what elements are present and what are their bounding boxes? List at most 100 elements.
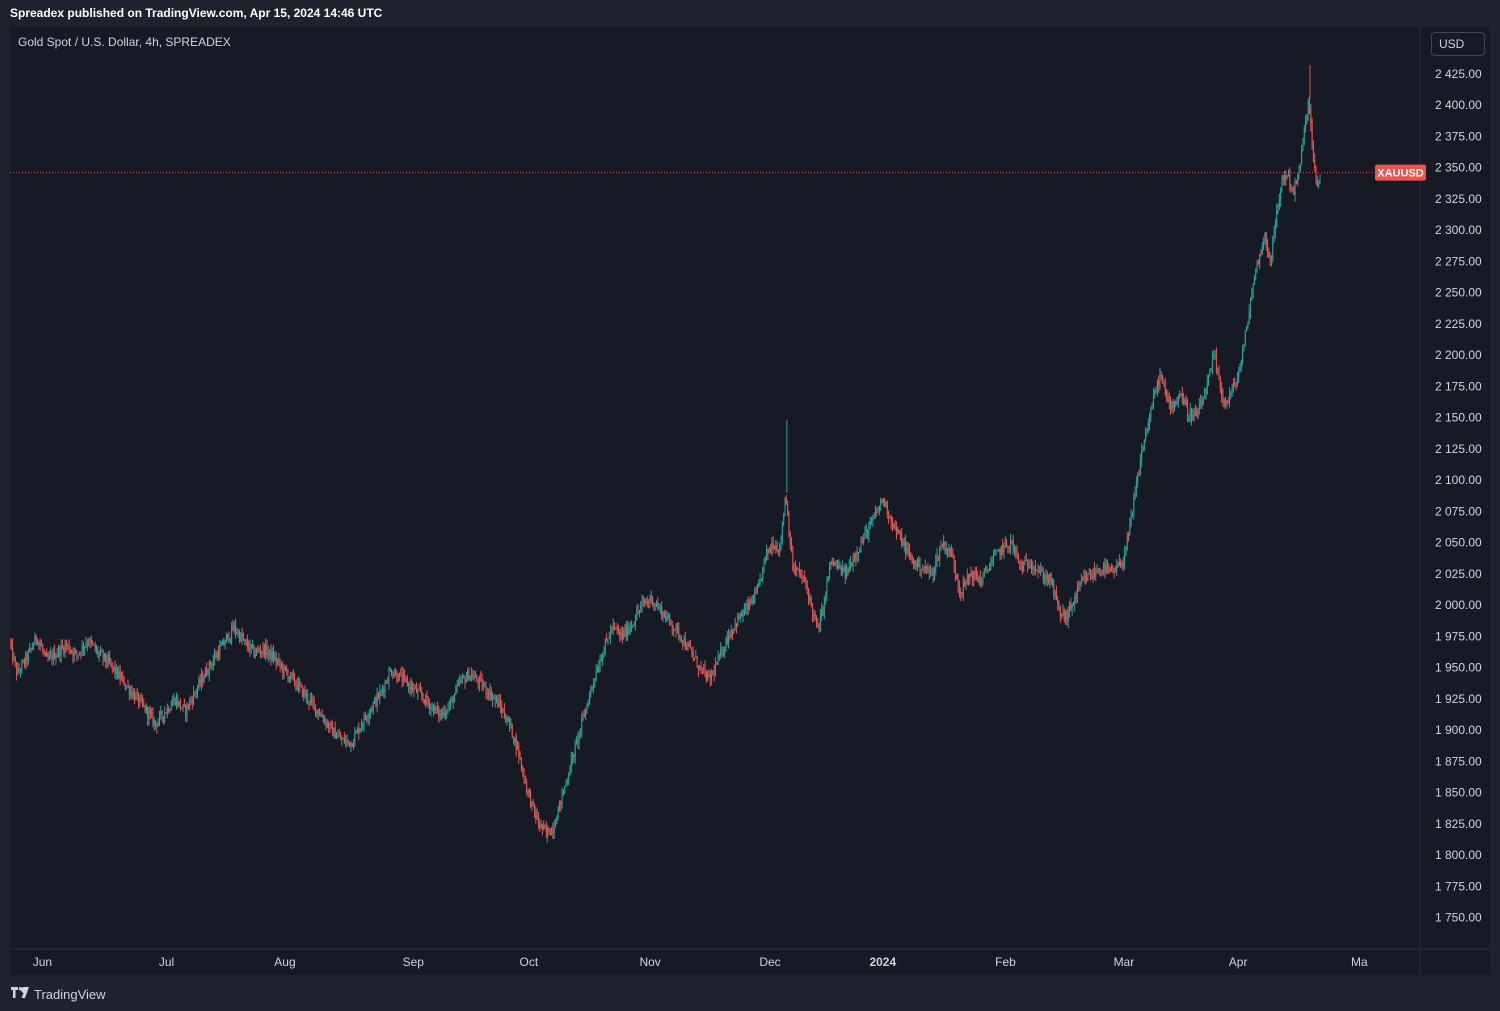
candle-body [1170,398,1172,408]
candle-body [147,706,149,719]
candle-body [244,639,246,641]
candle-body [450,700,452,706]
currency-button[interactable]: USD [1431,32,1485,56]
footer-brand[interactable]: TradingView [10,984,106,1004]
candle-body [109,657,111,663]
candle-body [337,735,339,738]
candle-body [996,550,998,552]
candle-body [844,566,846,577]
candle-body [457,681,459,686]
candle-body [513,737,515,742]
price-tick-label: 1 775.00 [1435,879,1482,893]
candle-body [620,632,622,635]
candle-body [498,700,500,707]
candle-body [446,711,448,714]
time-tick-label: Aug [274,955,295,969]
price-tick-label: 2 125.00 [1435,442,1482,456]
candle-body [830,561,832,565]
candle-body [256,649,258,654]
candle-body [971,576,973,581]
candle-body [775,545,777,550]
candle-body [341,739,343,741]
candle-body [937,555,939,560]
candle-body [277,661,279,663]
candle-body [646,601,648,604]
candle-body [1032,566,1034,570]
candle-body [1128,535,1130,537]
candle-body [617,629,619,632]
candle-body [539,823,541,828]
candle-body [733,628,735,634]
candle-body [1319,175,1321,183]
candle-body [26,654,28,661]
candle-body [1249,300,1251,312]
candle-body [105,653,107,662]
candle-body [317,709,319,715]
candle-body [1027,561,1029,566]
candle-body [893,523,895,528]
candle-body [414,687,416,689]
candle-body [168,707,170,712]
candle-body [1270,259,1272,261]
candle-body [987,569,989,571]
candle-body [426,695,428,702]
candle-body [187,704,189,708]
candle-body [206,668,208,675]
candle-body [878,505,880,512]
candle-body [228,633,230,642]
candle-body [977,578,979,582]
candle-body [162,716,164,719]
time-axis[interactable]: Jun Jul Aug Sep Oct Nov Dec 2024 Feb Mar Apr Ma [10,948,1490,969]
candle-body [623,630,625,639]
candle-body [616,628,618,630]
candle-body [51,654,53,661]
candle-body [767,548,769,553]
candle-body [968,574,970,580]
candlestick-chart[interactable]: 2 450.002 425.002 400.002 375.002 350.00… [10,27,1490,975]
candle-body [1116,565,1118,572]
candle-body [77,654,79,656]
candle-body [645,602,647,604]
candle-body [1235,383,1237,385]
candle-body [326,722,328,726]
chart-pane[interactable]: 2 450.002 425.002 400.002 375.002 350.00… [10,27,1490,975]
candle-body [1066,611,1068,621]
candle-body [859,549,861,553]
candle-body [1072,603,1074,605]
candle-body [223,640,225,646]
candle-body [1286,175,1288,177]
candle-body [417,689,419,693]
candle-body [279,659,281,666]
price-axis[interactable]: 2 450.002 425.002 400.002 375.002 350.00… [1419,27,1482,975]
candle-body [478,677,480,685]
candle-body [120,677,122,680]
candle-body [699,665,701,670]
candle-body [809,596,811,600]
candle-body [644,600,646,603]
candle-body [393,674,395,677]
candle-body [1252,284,1254,296]
candle-body [791,544,793,552]
candle-body [1059,607,1061,616]
candle-body [166,707,168,714]
candle-body [1267,243,1269,251]
candle-body [961,593,963,595]
candle-body [549,834,551,836]
candle-body [800,573,802,577]
candle-body [1239,366,1241,372]
candle-body [531,801,533,807]
candle-body [131,690,133,697]
candle-body [1002,545,1004,552]
candle-body [880,500,882,506]
candle-body [1020,562,1022,567]
candle-body [71,651,73,653]
candle-body [1126,535,1128,550]
candle-body [473,677,475,680]
candle-body [793,570,795,572]
candle-body [582,716,584,719]
candle-body [784,498,786,515]
candle-body [459,681,461,683]
candle-body [717,656,719,665]
candle-body [1137,473,1139,484]
candle-body [1193,415,1195,417]
